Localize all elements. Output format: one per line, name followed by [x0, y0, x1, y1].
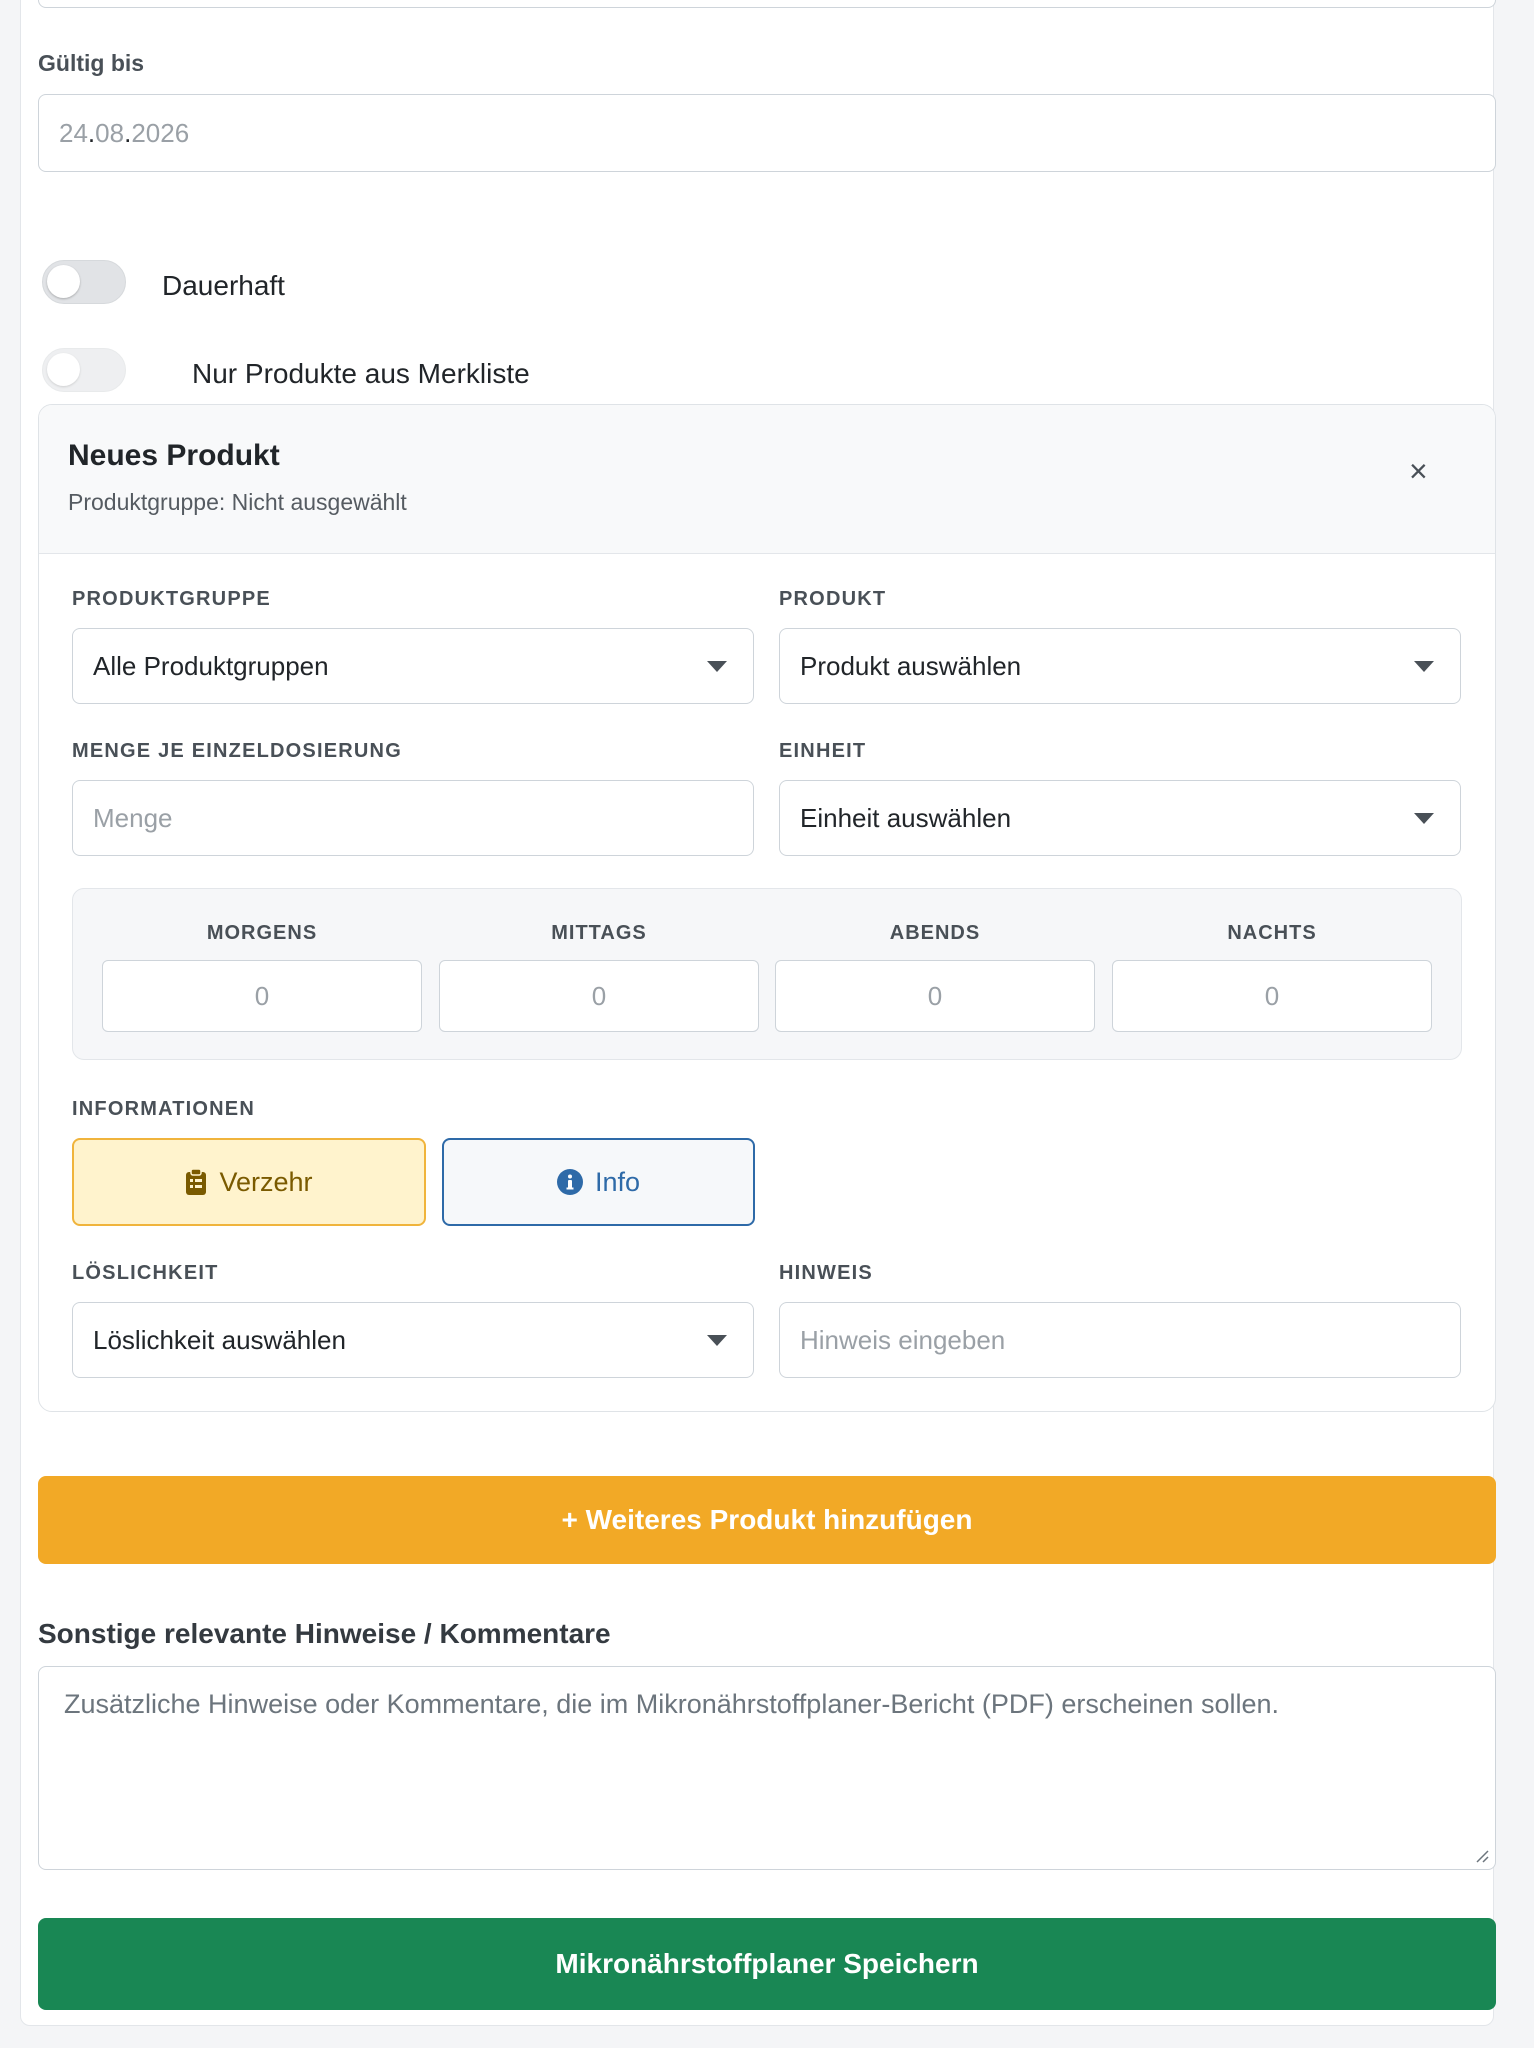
dose-morning-label: MORGENS — [206, 922, 318, 944]
date-month: 08 — [95, 117, 125, 148]
chevron-down-icon — [707, 1335, 727, 1346]
dose-night-input[interactable]: 0 — [1112, 960, 1432, 1032]
previous-input-field[interactable] — [38, 0, 1496, 8]
permanent-toggle[interactable] — [42, 260, 126, 304]
amount-input[interactable]: Menge — [72, 780, 754, 856]
product-card-header: Neues Produkt Produktgruppe: Nicht ausge… — [39, 405, 1495, 554]
product-select[interactable]: Produkt auswählen — [779, 628, 1461, 704]
product-value: Produkt auswählen — [800, 650, 1022, 681]
consumption-button[interactable]: Verzehr — [72, 1138, 426, 1226]
product-group-select[interactable]: Alle Produktgruppen — [72, 628, 754, 704]
product-group-value: Alle Produktgruppen — [93, 650, 329, 681]
add-product-button[interactable]: + Weiteres Produkt hinzufügen — [38, 1476, 1496, 1564]
product-label: PRODUKT — [779, 588, 887, 610]
dose-noon-input[interactable]: 0 — [439, 960, 759, 1032]
solubility-value: Löslichkeit auswählen — [93, 1324, 346, 1355]
product-group-label: PRODUKTGRUPPE — [72, 588, 271, 610]
chevron-down-icon — [707, 661, 727, 672]
dose-morning-input[interactable]: 0 — [102, 960, 422, 1032]
chevron-down-icon — [1414, 813, 1434, 824]
solubility-label: LÖSLICHKEIT — [72, 1262, 219, 1284]
toggle-knob — [47, 353, 80, 386]
product-card-title: Neues Produkt — [68, 439, 280, 472]
info-button[interactable]: Info — [442, 1138, 755, 1226]
valid-until-label: Gültig bis — [38, 50, 145, 76]
comments-title: Sonstige relevante Hinweise / Kommentare — [38, 1618, 611, 1649]
permanent-toggle-label: Dauerhaft — [162, 270, 285, 301]
amount-label: MENGE JE EINZELDOSIERUNG — [72, 740, 402, 762]
dose-night-label: NACHTS — [1227, 922, 1317, 944]
resize-handle-icon[interactable] — [1475, 1849, 1489, 1863]
dose-noon-label: MITTAGS — [551, 922, 647, 944]
solubility-select[interactable]: Löslichkeit auswählen — [72, 1302, 754, 1378]
information-label: INFORMATIONEN — [72, 1098, 255, 1120]
dose-evening-input[interactable]: 0 — [775, 960, 1095, 1032]
info-circle-icon — [556, 1169, 583, 1195]
unit-select[interactable]: Einheit auswählen — [779, 780, 1461, 856]
clipboard-list-icon — [186, 1168, 207, 1195]
chevron-down-icon — [1414, 661, 1434, 672]
unit-label: EINHEIT — [779, 740, 867, 762]
info-button-label: Info — [594, 1166, 641, 1197]
comments-placeholder: Zusätzliche Hinweise oder Kommentare, di… — [64, 1689, 1279, 1719]
hint-placeholder: Hinweis eingeben — [800, 1324, 1006, 1355]
amount-placeholder: Menge — [93, 802, 173, 833]
valid-until-date-input[interactable]: 24. 08. 2026 — [38, 94, 1496, 172]
wishlist-only-toggle[interactable] — [42, 348, 126, 392]
comments-textarea[interactable]: Zusätzliche Hinweise oder Kommentare, di… — [38, 1666, 1496, 1870]
toggle-knob — [47, 265, 80, 298]
wishlist-only-toggle-label: Nur Produkte aus Merkliste — [192, 358, 530, 389]
dose-evening-label: ABENDS — [889, 922, 981, 944]
hint-label: HINWEIS — [779, 1262, 873, 1284]
close-icon[interactable]: × — [1409, 455, 1428, 487]
unit-value: Einheit auswählen — [800, 802, 1012, 833]
date-separator: . — [124, 117, 132, 148]
consumption-button-label: Verzehr — [219, 1166, 313, 1197]
date-year: 2026 — [131, 117, 190, 148]
save-planner-button[interactable]: Mikronährstoffplaner Speichern — [38, 1918, 1496, 2010]
date-separator: . — [87, 117, 96, 148]
hint-input[interactable]: Hinweis eingeben — [779, 1302, 1461, 1378]
date-day: 24 — [59, 117, 88, 148]
product-card-subtitle: Produktgruppe: Nicht ausgewählt — [68, 489, 407, 515]
